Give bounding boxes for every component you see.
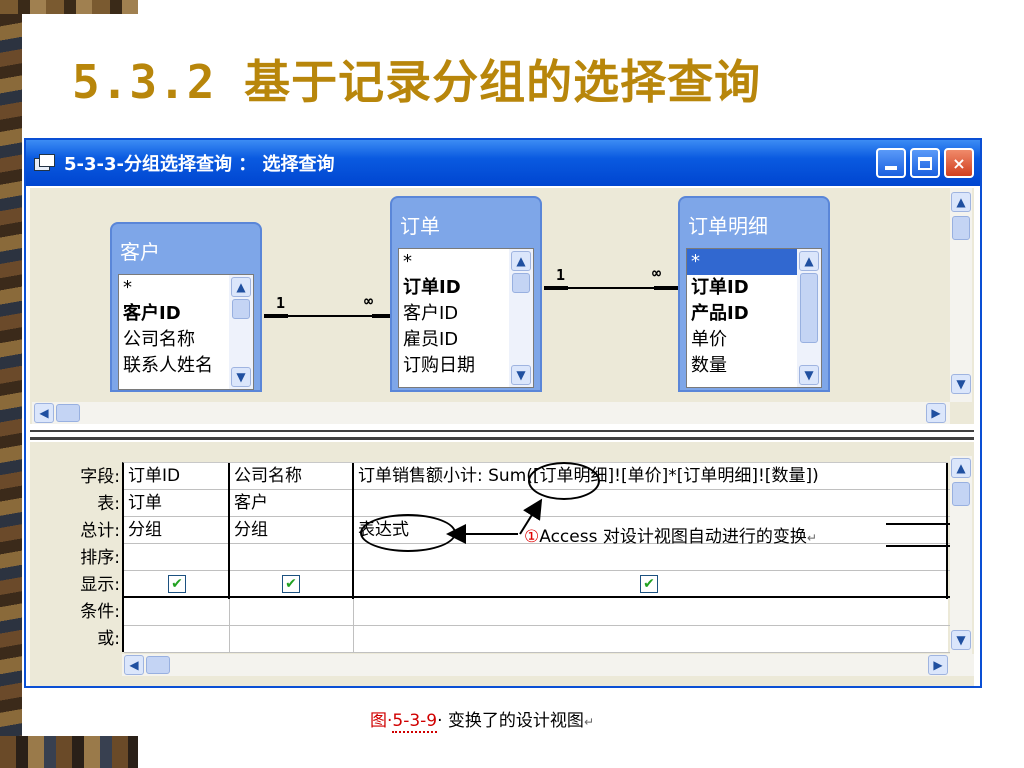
scroll-thumb[interactable] xyxy=(952,482,970,506)
table-orders[interactable]: 订单 * 订单ID 客户ID 雇员ID 订购日期 ▲ ▼ xyxy=(390,196,542,392)
scroll-thumb[interactable] xyxy=(56,404,80,422)
chevron-up-icon[interactable]: ▲ xyxy=(511,251,531,271)
scroll-thumb[interactable] xyxy=(146,656,170,674)
chevron-down-icon[interactable]: ▼ xyxy=(951,374,971,394)
scroll-thumb[interactable] xyxy=(512,273,530,293)
grid-vscrollbar[interactable]: ▲ ▼ xyxy=(950,456,972,654)
relationship-many-label: ∞ xyxy=(652,264,662,282)
minimize-icon xyxy=(885,166,897,170)
query-design-window: 5-3-3-分组选择查询 ： 选择查询 × 客户 * 客户ID 公司名称 联系人… xyxy=(24,138,982,688)
table-header: 客户 xyxy=(120,240,160,264)
field-list[interactable]: * 客户ID 公司名称 联系人姓名 ▲ ▼ xyxy=(118,274,254,390)
relationship-one-label: 1 xyxy=(556,266,566,284)
table-header: 订单明细 xyxy=(688,214,768,238)
paragraph-mark: ↵ xyxy=(583,715,594,729)
design-grid-pane[interactable]: 字段: 表: 总计: 排序: 显示: 条件: 或: 订单ID 公司名称 订单销售… xyxy=(30,442,974,686)
chevron-up-icon[interactable]: ▲ xyxy=(231,277,251,297)
decorative-border-bottom xyxy=(0,736,138,768)
decorative-border-top xyxy=(0,0,138,14)
table-header: 订单 xyxy=(400,214,440,238)
scroll-thumb[interactable] xyxy=(952,216,970,240)
caption-text: · 变换了的设计视图 xyxy=(437,711,584,731)
caption-number: 5-3-9 xyxy=(392,711,438,733)
field-list-scrollbar[interactable]: ▲ ▼ xyxy=(509,249,533,387)
chevron-up-icon[interactable]: ▲ xyxy=(799,251,819,271)
scroll-thumb[interactable] xyxy=(232,299,250,319)
figure-caption: 图·5-3-9· 变换了的设计视图↵ xyxy=(370,706,594,733)
relationship-many-end xyxy=(372,314,390,318)
annotation-text: ①Access 对设计视图自动进行的变换↵ xyxy=(524,522,817,547)
chevron-down-icon[interactable]: ▼ xyxy=(231,367,251,387)
close-icon: × xyxy=(952,153,966,173)
window-titlebar[interactable]: 5-3-3-分组选择查询 ： 选择查询 × xyxy=(26,140,980,186)
chevron-left-icon[interactable]: ◀ xyxy=(124,655,144,675)
chevron-down-icon[interactable]: ▼ xyxy=(951,630,971,650)
maximize-button[interactable] xyxy=(910,148,940,178)
minimize-button[interactable] xyxy=(876,148,906,178)
field-list-scrollbar[interactable]: ▲ ▼ xyxy=(229,275,253,389)
chevron-down-icon[interactable]: ▼ xyxy=(511,365,531,385)
annotation-body: Access 对设计视图自动进行的变换 xyxy=(539,527,807,547)
caption-prefix: 图· xyxy=(370,711,393,731)
relationship-many-end xyxy=(654,286,678,290)
relationship-line xyxy=(288,315,372,317)
table-pane[interactable]: 客户 * 客户ID 公司名称 联系人姓名 ▲ ▼ 订单 * 订单ID 客户ID … xyxy=(30,188,974,424)
chevron-right-icon[interactable]: ▶ xyxy=(926,403,946,423)
table-pane-vscrollbar[interactable]: ▲ ▼ xyxy=(950,188,972,402)
table-customers[interactable]: 客户 * 客户ID 公司名称 联系人姓名 ▲ ▼ xyxy=(110,222,262,392)
annotation-arrows xyxy=(446,498,950,547)
relationship-one-label: 1 xyxy=(276,294,286,312)
relationship-line xyxy=(568,287,654,289)
decorative-border xyxy=(0,0,22,768)
slide-title: 5.3.2 基于记录分组的选择查询 xyxy=(72,55,762,109)
field-list[interactable]: * 订单ID 客户ID 雇员ID 订购日期 ▲ ▼ xyxy=(398,248,534,388)
chevron-down-icon[interactable]: ▼ xyxy=(799,365,819,385)
window-title: 5-3-3-分组选择查询 ： 选择查询 xyxy=(64,154,335,175)
grid-hscrollbar[interactable]: ◀ ▶ xyxy=(122,654,974,676)
chevron-right-icon[interactable]: ▶ xyxy=(928,655,948,675)
table-pane-hscrollbar[interactable]: ◀ ▶ xyxy=(32,402,950,424)
relationship-one-end xyxy=(544,286,568,290)
field-list-scrollbar[interactable]: ▲ ▼ xyxy=(797,249,821,387)
paragraph-mark: ↵ xyxy=(806,531,817,545)
chevron-up-icon[interactable]: ▲ xyxy=(951,192,971,212)
chevron-up-icon[interactable]: ▲ xyxy=(951,458,971,478)
field-list[interactable]: * 订单ID 产品ID 单价 数量 ▲ ▼ xyxy=(686,248,822,388)
annotation-number: ① xyxy=(524,527,540,547)
window-icon xyxy=(34,154,56,172)
scroll-thumb[interactable] xyxy=(800,273,818,343)
pane-splitter[interactable] xyxy=(30,430,974,440)
chevron-left-icon[interactable]: ◀ xyxy=(34,403,54,423)
relationship-one-end xyxy=(264,314,288,318)
table-order-details[interactable]: 订单明细 * 订单ID 产品ID 单价 数量 ▲ ▼ xyxy=(678,196,830,392)
maximize-icon xyxy=(918,156,932,170)
relationship-many-label: ∞ xyxy=(364,292,374,310)
close-button[interactable]: × xyxy=(944,148,974,178)
